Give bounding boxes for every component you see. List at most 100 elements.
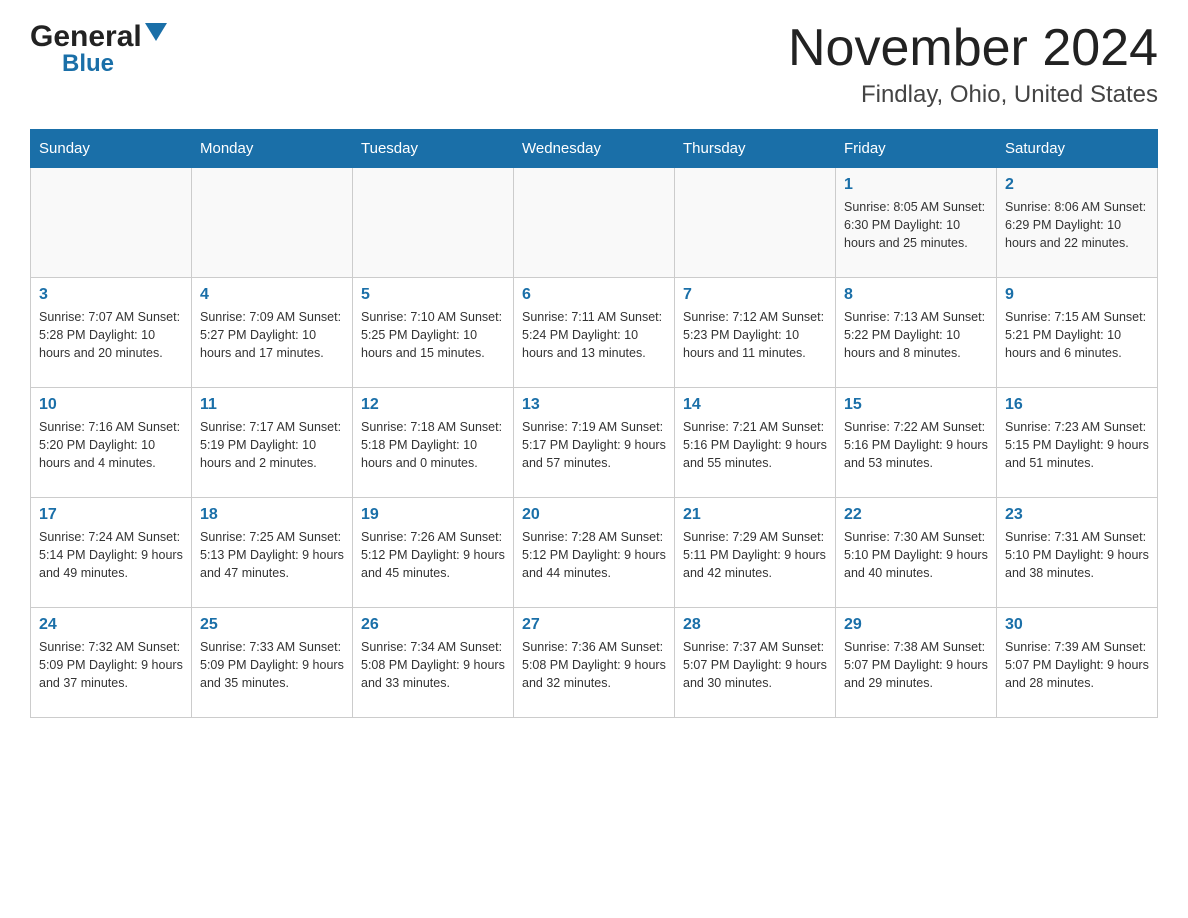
day-info: Sunrise: 8:06 AM Sunset: 6:29 PM Dayligh…: [1005, 198, 1149, 252]
calendar-week-3: 10 Sunrise: 7:16 AM Sunset: 5:20 PM Dayli…: [31, 388, 1158, 498]
day-info: Sunrise: 7:22 AM Sunset: 5:16 PM Dayligh…: [844, 418, 988, 472]
col-header-sunday: Sunday: [31, 130, 192, 168]
calendar-cell: 3Sunrise: 7:07 AM Sunset: 5:28 PM Daylig…: [31, 278, 192, 388]
logo-general-text: General: [30, 20, 142, 54]
calendar-cell: 26Sunrise: 7:34 AM Sunset: 5:08 PM Dayli…: [353, 608, 514, 718]
day-number: 25: [200, 616, 344, 634]
calendar-cell: 8 Sunrise: 7:13 AM Sunset: 5:22 PM Daylig…: [836, 278, 997, 388]
day-number: 23: [1005, 506, 1149, 524]
day-info: Sunrise: 7:36 AM Sunset: 5:08 PM Dayligh…: [522, 638, 666, 692]
calendar-cell: 14 Sunrise: 7:21 AM Sunset: 5:16 PM Dayli…: [675, 388, 836, 498]
day-number: 17: [39, 506, 183, 524]
logo: General Blue: [30, 20, 167, 78]
day-number: 4: [200, 286, 344, 304]
calendar-cell: 9 Sunrise: 7:15 AM Sunset: 5:21 PM Daylig…: [997, 278, 1158, 388]
calendar-cell: [675, 168, 836, 278]
calendar-table: SundayMondayTuesdayWednesdayThursdayFrid…: [30, 129, 1158, 718]
day-info: Sunrise: 7:25 AM Sunset: 5:13 PM Dayligh…: [200, 528, 344, 582]
day-info: Sunrise: 7:10 AM Sunset: 5:25 PM Dayligh…: [361, 308, 505, 362]
logo-blue-text: Blue: [62, 50, 114, 77]
calendar-cell: 5 Sunrise: 7:10 AM Sunset: 5:25 PM Daylig…: [353, 278, 514, 388]
day-info: Sunrise: 7:23 AM Sunset: 5:15 PM Dayligh…: [1005, 418, 1149, 472]
day-number: 1: [844, 176, 988, 194]
calendar-cell: 10 Sunrise: 7:16 AM Sunset: 5:20 PM Dayli…: [31, 388, 192, 498]
day-number: 16: [1005, 396, 1149, 414]
logo-triangle-icon: [145, 23, 167, 51]
day-number: 8: [844, 286, 988, 304]
day-number: 18: [200, 506, 344, 524]
day-number: 19: [361, 506, 505, 524]
calendar-cell: 20 Sunrise: 7:28 AM Sunset: 5:12 PM Dayli…: [514, 498, 675, 608]
calendar-cell: 22 Sunrise: 7:30 AM Sunset: 5:10 PM Dayli…: [836, 498, 997, 608]
col-header-monday: Monday: [192, 130, 353, 168]
day-number: 6: [522, 286, 666, 304]
day-number: 30: [1005, 616, 1149, 634]
day-info: Sunrise: 8:05 AM Sunset: 6:30 PM Dayligh…: [844, 198, 988, 252]
calendar-cell: 17 Sunrise: 7:24 AM Sunset: 5:14 PM Dayli…: [31, 498, 192, 608]
calendar-cell: [353, 168, 514, 278]
calendar-cell: 2 Sunrise: 8:06 AM Sunset: 6:29 PM Daylig…: [997, 168, 1158, 278]
calendar-cell: 25 Sunrise: 7:33 AM Sunset: 5:09 PM Dayli…: [192, 608, 353, 718]
day-info: Sunrise: 7:19 AM Sunset: 5:17 PM Dayligh…: [522, 418, 666, 472]
calendar-week-5: 24Sunrise: 7:32 AM Sunset: 5:09 PM Dayli…: [31, 608, 1158, 718]
calendar-cell: 15Sunrise: 7:22 AM Sunset: 5:16 PM Dayli…: [836, 388, 997, 498]
calendar-cell: 16 Sunrise: 7:23 AM Sunset: 5:15 PM Dayli…: [997, 388, 1158, 498]
day-info: Sunrise: 7:37 AM Sunset: 5:07 PM Dayligh…: [683, 638, 827, 692]
calendar-cell: 11 Sunrise: 7:17 AM Sunset: 5:19 PM Dayli…: [192, 388, 353, 498]
calendar-cell: 12 Sunrise: 7:18 AM Sunset: 5:18 PM Dayli…: [353, 388, 514, 498]
calendar-cell: 27 Sunrise: 7:36 AM Sunset: 5:08 PM Dayli…: [514, 608, 675, 718]
col-header-tuesday: Tuesday: [353, 130, 514, 168]
day-info: Sunrise: 7:12 AM Sunset: 5:23 PM Dayligh…: [683, 308, 827, 362]
day-info: Sunrise: 7:39 AM Sunset: 5:07 PM Dayligh…: [1005, 638, 1149, 692]
day-number: 11: [200, 396, 344, 414]
day-number: 5: [361, 286, 505, 304]
calendar-cell: 6 Sunrise: 7:11 AM Sunset: 5:24 PM Daylig…: [514, 278, 675, 388]
day-info: Sunrise: 7:21 AM Sunset: 5:16 PM Dayligh…: [683, 418, 827, 472]
day-number: 2: [1005, 176, 1149, 194]
calendar-cell: 19 Sunrise: 7:26 AM Sunset: 5:12 PM Dayli…: [353, 498, 514, 608]
day-number: 12: [361, 396, 505, 414]
title-block: November 2024 Findlay, Ohio, United Stat…: [788, 20, 1158, 109]
day-number: 20: [522, 506, 666, 524]
day-info: Sunrise: 7:38 AM Sunset: 5:07 PM Dayligh…: [844, 638, 988, 692]
day-info: Sunrise: 7:18 AM Sunset: 5:18 PM Dayligh…: [361, 418, 505, 472]
day-number: 9: [1005, 286, 1149, 304]
day-number: 24: [39, 616, 183, 634]
calendar-cell: [514, 168, 675, 278]
calendar-cell: 24Sunrise: 7:32 AM Sunset: 5:09 PM Dayli…: [31, 608, 192, 718]
day-number: 27: [522, 616, 666, 634]
day-number: 29: [844, 616, 988, 634]
calendar-cell: 13Sunrise: 7:19 AM Sunset: 5:17 PM Dayli…: [514, 388, 675, 498]
day-info: Sunrise: 7:11 AM Sunset: 5:24 PM Dayligh…: [522, 308, 666, 362]
day-info: Sunrise: 7:16 AM Sunset: 5:20 PM Dayligh…: [39, 418, 183, 472]
day-info: Sunrise: 7:28 AM Sunset: 5:12 PM Dayligh…: [522, 528, 666, 582]
day-number: 10: [39, 396, 183, 414]
day-info: Sunrise: 7:33 AM Sunset: 5:09 PM Dayligh…: [200, 638, 344, 692]
day-info: Sunrise: 7:30 AM Sunset: 5:10 PM Dayligh…: [844, 528, 988, 582]
col-header-thursday: Thursday: [675, 130, 836, 168]
day-number: 14: [683, 396, 827, 414]
day-info: Sunrise: 7:09 AM Sunset: 5:27 PM Dayligh…: [200, 308, 344, 362]
calendar-week-1: 1 Sunrise: 8:05 AM Sunset: 6:30 PM Daylig…: [31, 168, 1158, 278]
day-info: Sunrise: 7:07 AM Sunset: 5:28 PM Dayligh…: [39, 308, 183, 362]
calendar-cell: [192, 168, 353, 278]
col-header-wednesday: Wednesday: [514, 130, 675, 168]
day-number: 22: [844, 506, 988, 524]
day-info: Sunrise: 7:26 AM Sunset: 5:12 PM Dayligh…: [361, 528, 505, 582]
day-info: Sunrise: 7:13 AM Sunset: 5:22 PM Dayligh…: [844, 308, 988, 362]
col-header-friday: Friday: [836, 130, 997, 168]
day-info: Sunrise: 7:17 AM Sunset: 5:19 PM Dayligh…: [200, 418, 344, 472]
calendar-cell: 21Sunrise: 7:29 AM Sunset: 5:11 PM Dayli…: [675, 498, 836, 608]
calendar-week-2: 3Sunrise: 7:07 AM Sunset: 5:28 PM Daylig…: [31, 278, 1158, 388]
calendar-cell: 29 Sunrise: 7:38 AM Sunset: 5:07 PM Dayli…: [836, 608, 997, 718]
day-info: Sunrise: 7:29 AM Sunset: 5:11 PM Dayligh…: [683, 528, 827, 582]
calendar-week-4: 17 Sunrise: 7:24 AM Sunset: 5:14 PM Dayli…: [31, 498, 1158, 608]
day-number: 28: [683, 616, 827, 634]
calendar-cell: 30 Sunrise: 7:39 AM Sunset: 5:07 PM Dayli…: [997, 608, 1158, 718]
calendar-cell: 28 Sunrise: 7:37 AM Sunset: 5:07 PM Dayli…: [675, 608, 836, 718]
calendar-cell: 7Sunrise: 7:12 AM Sunset: 5:23 PM Daylig…: [675, 278, 836, 388]
day-info: Sunrise: 7:15 AM Sunset: 5:21 PM Dayligh…: [1005, 308, 1149, 362]
location-title: Findlay, Ohio, United States: [788, 81, 1158, 109]
page-header: General Blue November 2024 Findlay, Ohio…: [30, 20, 1158, 109]
day-info: Sunrise: 7:24 AM Sunset: 5:14 PM Dayligh…: [39, 528, 183, 582]
